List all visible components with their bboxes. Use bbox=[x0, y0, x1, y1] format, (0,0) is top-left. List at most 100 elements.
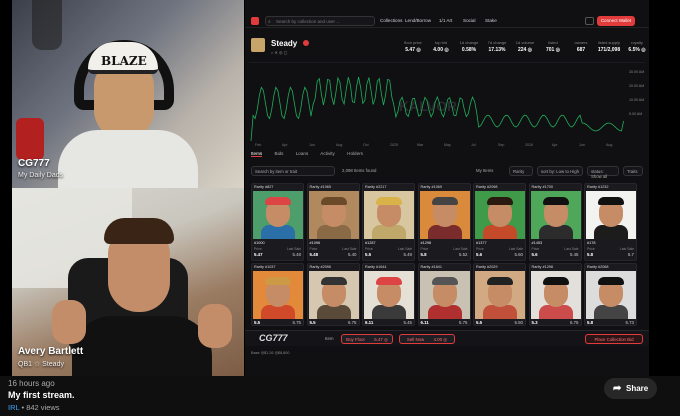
share-icon: ➦ bbox=[613, 383, 622, 394]
nft-card[interactable]: Rarity #1069 #1298 Price 5.8 Last Sale 5.52 bbox=[417, 183, 471, 261]
status-select[interactable]: status: Show all bbox=[587, 166, 619, 179]
nft-card[interactable]: Rarity #1841 6.11 5.75 bbox=[417, 263, 471, 326]
nft-hat bbox=[320, 197, 347, 205]
trait-search-input[interactable]: Search by item or trait bbox=[251, 166, 335, 176]
stat-value: 6.5% ◎ bbox=[628, 47, 646, 53]
nft-hat bbox=[265, 197, 291, 205]
nav-collections[interactable]: Collections bbox=[380, 18, 402, 23]
chart-x-tick: Mar bbox=[417, 143, 424, 147]
streamer-hoodie-figure bbox=[32, 0, 62, 50]
nft-card[interactable]: Rarity #2068 5.8 5.73 bbox=[584, 263, 637, 326]
nft-rarity: Rarity #2096 bbox=[309, 265, 332, 269]
nft-price: 5.48 bbox=[309, 252, 319, 257]
nft-card[interactable]: Rarity #1232 #178 Price 5.8 Last Sale 5.7 bbox=[584, 183, 637, 261]
nft-card[interactable]: Rarity #1065 #1096 Price 5.48 Last Sale 5.40 bbox=[306, 183, 360, 261]
nft-price: 5.5 bbox=[476, 320, 483, 325]
stat-1: top bid 4.00 ◎ bbox=[427, 40, 455, 53]
nft-id: #1377 bbox=[476, 241, 487, 245]
nav-stake[interactable]: Stake bbox=[485, 18, 497, 23]
buy-floor-price: 5.47 ◎ bbox=[374, 337, 388, 342]
tab-activity[interactable]: Activity bbox=[320, 151, 335, 156]
sort-select[interactable]: sort by: Low to High bbox=[537, 166, 583, 176]
collection-avatar bbox=[251, 38, 265, 52]
cart-icon[interactable] bbox=[585, 17, 594, 25]
nft-card[interactable]: Rarity #2029 5.5 5.50 bbox=[473, 263, 526, 326]
nav-social[interactable]: Social bbox=[463, 18, 476, 23]
price-chart[interactable]: KALVOR 30.00 AM 20.00 AM 10.00 AM 5.00 AM Feb… bbox=[249, 62, 645, 148]
rarity-filter[interactable]: Rarity bbox=[509, 166, 533, 176]
nft-card[interactable]: Rarity #1700 #1453 Price 5.6 Last Sale 5.45 bbox=[528, 183, 582, 261]
buy-floor-button[interactable]: Buy Floor 5.47 ◎ bbox=[341, 334, 393, 344]
connect-wallet-button[interactable]: Connect Wallet bbox=[597, 16, 635, 26]
nft-body bbox=[427, 225, 462, 239]
nft-price: 5.6 bbox=[531, 252, 538, 257]
webcam-top: BLAZE CG777 My Daily Dads bbox=[12, 0, 244, 188]
sell-now-button[interactable]: Sell Now 4.00 ◎ bbox=[399, 334, 455, 344]
nft-card[interactable]: Rarity #2096 5.5 6.75 bbox=[306, 263, 360, 326]
search-input[interactable]: ⌕ Search by collection and user ... bbox=[265, 16, 375, 26]
nft-hat bbox=[376, 277, 402, 285]
stat-0: floor price 5.47 ◎ bbox=[399, 40, 427, 53]
nft-card[interactable]: Rarity #1037 5.5 6.75 bbox=[251, 263, 304, 326]
channel-link[interactable]: IRL bbox=[8, 403, 19, 412]
nft-last-sale: 6.75 bbox=[347, 320, 357, 325]
item-count-label: Item bbox=[325, 336, 334, 341]
nft-card[interactable]: Rarity #1644 6.11 5.45 bbox=[362, 263, 415, 326]
stat-2: 1d change 0.58% bbox=[455, 40, 483, 53]
stat-label: 1d change bbox=[459, 40, 479, 45]
chart-x-tick: Apr bbox=[552, 143, 558, 147]
nft-image bbox=[253, 271, 303, 319]
tab-bids[interactable]: Bids bbox=[275, 151, 284, 156]
tab-items[interactable]: Items bbox=[251, 151, 263, 157]
stat-3: 7d change 17.13% bbox=[483, 40, 511, 53]
stream-player[interactable]: BLAZE CG777 My Daily Dads Avery Bartlett… bbox=[0, 0, 680, 376]
price-label: Price bbox=[587, 247, 595, 251]
nav-lend-borrow[interactable]: Lend/Borrow bbox=[405, 18, 431, 23]
nft-last-sale: 5.7 bbox=[627, 252, 634, 257]
chart-x-tick: 2026 bbox=[525, 143, 533, 147]
nft-card[interactable]: Rarity #827 #1000 Price 5.47 Last Sale 5.48 bbox=[251, 183, 304, 261]
guest-name: Avery Bartlett bbox=[18, 346, 84, 357]
nft-rarity: Rarity #1069 bbox=[420, 185, 443, 189]
nft-body bbox=[372, 225, 406, 239]
nft-price: 5.5 bbox=[365, 252, 372, 257]
video-title: My first stream. bbox=[8, 390, 75, 400]
nft-body bbox=[261, 305, 295, 319]
stat-label: owners bbox=[574, 40, 588, 45]
site-logo[interactable] bbox=[251, 17, 259, 25]
nft-price: 5.8 bbox=[587, 252, 594, 257]
tab-holders[interactable]: Holders bbox=[347, 151, 363, 156]
nft-card[interactable]: Rarity #1298 5.3 6.75 bbox=[528, 263, 582, 326]
nft-hat bbox=[487, 197, 513, 205]
nav-art[interactable]: 1/1 Art bbox=[439, 18, 452, 23]
chart-y-tick: 5.00 AM bbox=[629, 112, 642, 116]
price-chart-svg: KALVOR30.00 AM20.00 AM10.00 AM5.00 AMFeb… bbox=[250, 70, 644, 147]
buy-floor-label: Buy Floor bbox=[346, 337, 365, 342]
my-items-toggle[interactable]: My Items bbox=[473, 166, 507, 176]
top-nav-bar: ⌕ Search by collection and user ... Coll… bbox=[245, 14, 649, 28]
share-button[interactable]: ➦ Share bbox=[604, 378, 657, 399]
social-icons[interactable]: ⌂ ✕ ◎ ▢ bbox=[271, 50, 287, 55]
nft-price: 5.8 bbox=[420, 252, 427, 257]
price-label: Price bbox=[254, 247, 262, 251]
tab-loans[interactable]: Loans bbox=[296, 151, 309, 156]
nft-rarity: Rarity #1841 bbox=[420, 265, 443, 269]
traits-button[interactable]: Traits bbox=[623, 166, 643, 176]
nft-last-sale: 6.75 bbox=[292, 320, 301, 325]
nft-rarity: Rarity #1700 bbox=[531, 185, 554, 189]
place-collection-bid-button[interactable]: Place Collection Bid bbox=[585, 334, 643, 344]
price-label: Price bbox=[531, 247, 540, 251]
nft-id: #178 bbox=[587, 241, 596, 245]
stat-label: royalty bbox=[631, 40, 643, 45]
video-upload-time: 16 hours ago bbox=[8, 379, 55, 388]
nft-hat bbox=[376, 197, 402, 205]
nft-rarity: Rarity #2217 bbox=[365, 185, 387, 189]
items-found-toggle[interactable]: 2,098 Items found bbox=[339, 166, 399, 176]
nft-hat bbox=[598, 277, 624, 285]
nft-body bbox=[372, 305, 406, 319]
nft-image bbox=[308, 271, 359, 319]
nft-card[interactable]: Rarity #2217 #1287 Price 5.5 Last Sale 5.49 bbox=[362, 183, 415, 261]
guest-hair bbox=[104, 218, 174, 244]
nft-card[interactable]: Rarity #2098 #1377 Price 5.6 Last Sale 5.60 bbox=[473, 183, 526, 261]
verified-badge-icon bbox=[303, 40, 309, 46]
